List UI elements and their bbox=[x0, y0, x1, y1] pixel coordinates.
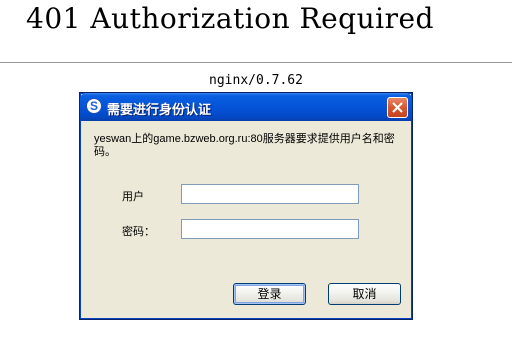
page-title: 401 Authorization Required bbox=[26, 2, 434, 35]
dialog-title: 需要进行身份认证 bbox=[107, 102, 212, 117]
cancel-button[interactable]: 取消 bbox=[328, 283, 401, 305]
dialog-titlebar[interactable]: S 需要进行身份认证 bbox=[80, 93, 412, 121]
username-input[interactable] bbox=[181, 184, 359, 204]
server-signature: nginx/0.7.62 bbox=[209, 73, 303, 88]
auth-dialog: S 需要进行身份认证 yeswan上的game.bzweb.org.ru:80服… bbox=[79, 92, 413, 320]
login-button[interactable]: 登录 bbox=[233, 283, 306, 305]
error-page: 401 Authorization Required nginx/0.7.62 … bbox=[0, 0, 512, 358]
app-logo-icon: S bbox=[86, 98, 102, 114]
password-label: 密码： bbox=[122, 226, 155, 238]
auth-message: yeswan上的game.bzweb.org.ru:80服务器要求提供用户名和密… bbox=[94, 133, 395, 158]
password-input[interactable] bbox=[181, 219, 359, 239]
username-label: 用户 bbox=[122, 191, 144, 203]
horizontal-rule bbox=[0, 62, 512, 63]
dialog-body: yeswan上的game.bzweb.org.ru:80服务器要求提供用户名和密… bbox=[83, 121, 409, 315]
close-icon bbox=[392, 102, 403, 113]
close-button[interactable] bbox=[387, 97, 408, 118]
